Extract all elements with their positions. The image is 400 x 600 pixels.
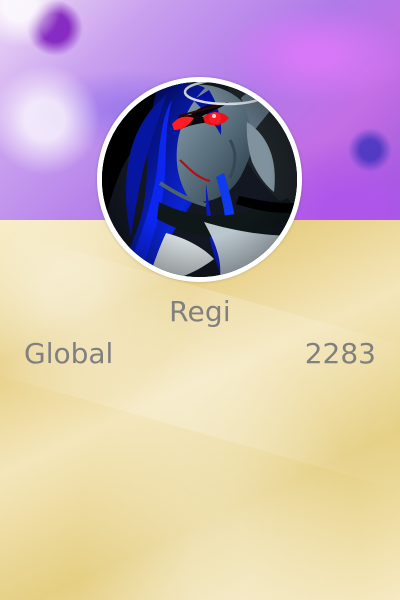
avatar-illustration — [102, 82, 297, 277]
global-rank-value: 2283 — [304, 337, 376, 370]
avatar[interactable] — [97, 77, 302, 282]
global-rank-label: Global — [24, 337, 114, 370]
profile-name: Regi — [169, 295, 231, 328]
profile-card: Regi Global 2283 — [0, 0, 400, 600]
avatar-image — [102, 82, 297, 277]
